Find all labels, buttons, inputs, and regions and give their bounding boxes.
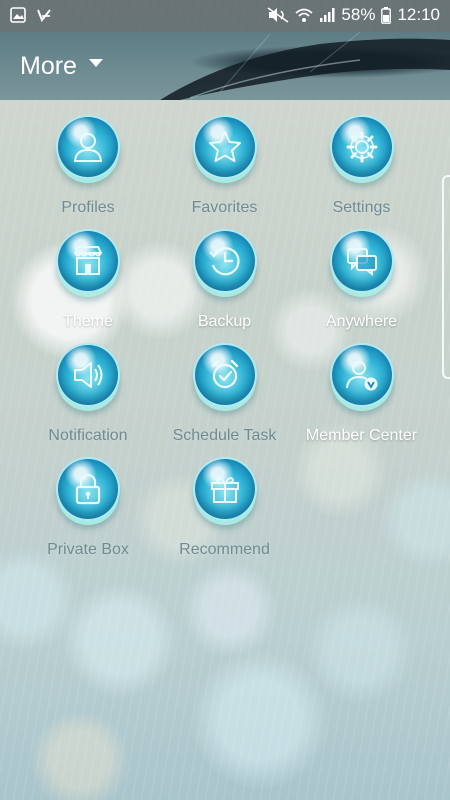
tile-label: Notification <box>48 427 128 444</box>
status-indicators: 58% 12:10 <box>267 5 440 25</box>
tile-schedule-task[interactable]: Schedule Task <box>156 343 293 457</box>
speaker-icon <box>56 343 120 407</box>
tile-settings[interactable]: Settings <box>293 115 430 229</box>
wifi-icon <box>295 7 314 23</box>
check-notification-icon <box>36 7 52 23</box>
tile-private-box[interactable]: Private Box <box>20 457 156 571</box>
tile-favorites[interactable]: Favorites <box>156 115 293 229</box>
app-header: More <box>0 32 450 100</box>
tile-profiles[interactable]: Profiles <box>20 115 156 229</box>
tile-anywhere[interactable]: Anywhere <box>293 229 430 343</box>
battery-icon <box>381 6 392 24</box>
tile-label: Member Center <box>305 427 418 444</box>
more-menu-dropdown[interactable]: More <box>20 52 103 81</box>
status-notifications <box>10 7 52 23</box>
header-title: More <box>20 52 77 80</box>
chat-windows-icon <box>329 229 394 293</box>
tile-label: Favorites <box>191 199 258 216</box>
tile-member-center[interactable]: Member Center <box>293 343 430 457</box>
gear-icon <box>329 115 394 179</box>
tile-label: Schedule Task <box>172 427 277 444</box>
tile-label: Theme <box>63 313 113 330</box>
tile-label: Profiles <box>61 199 115 216</box>
store-icon <box>56 229 120 293</box>
tile-label: Anywhere <box>325 313 398 330</box>
tile-backup[interactable]: Backup <box>156 229 293 343</box>
signal-icon <box>319 7 335 23</box>
mute-icon <box>267 7 289 23</box>
tile-notification[interactable]: Notification <box>20 343 156 457</box>
member-icon <box>329 343 394 407</box>
history-icon <box>192 229 257 293</box>
more-grid: Profiles Favorites Settings Theme Backup… <box>20 115 430 571</box>
star-icon <box>192 115 257 179</box>
alarm-clock-icon <box>192 343 257 407</box>
tile-label: Recommend <box>179 541 270 558</box>
lock-icon <box>56 457 120 521</box>
gift-icon <box>192 457 257 521</box>
tile-recommend[interactable]: Recommend <box>156 457 293 571</box>
gallery-notification-icon <box>10 7 26 23</box>
status-bar: 58% 12:10 <box>0 0 450 32</box>
profile-icon <box>56 115 120 179</box>
tile-label: Backup <box>197 313 252 330</box>
tile-label: Private Box <box>47 541 129 558</box>
umbrella-image <box>160 32 450 100</box>
edge-panel-handle[interactable] <box>442 175 450 379</box>
clock: 12:10 <box>397 5 440 24</box>
tile-label: Settings <box>332 199 391 216</box>
battery-percent: 58% <box>341 5 376 24</box>
tile-theme[interactable]: Theme <box>20 229 156 343</box>
caret-down-icon <box>88 58 103 67</box>
